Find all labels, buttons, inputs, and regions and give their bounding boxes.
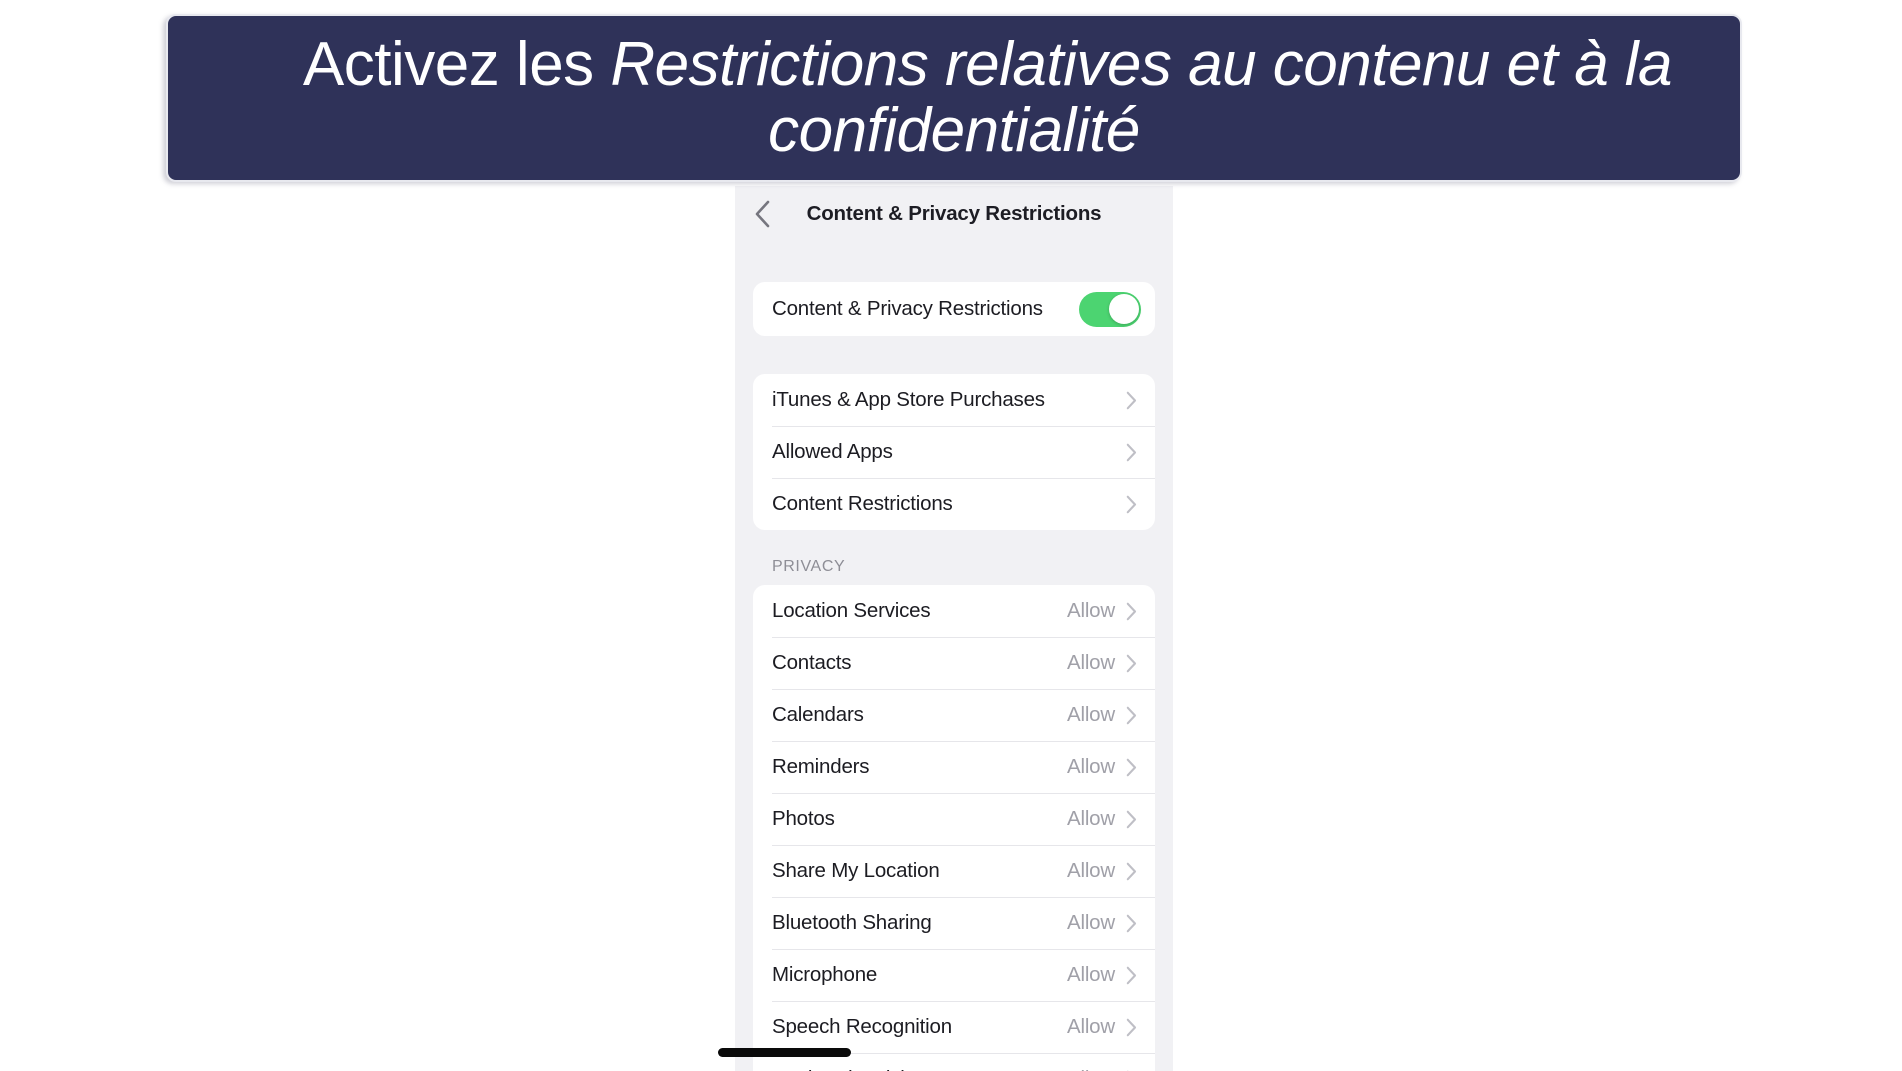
list-item-photos[interactable]: Photos Allow xyxy=(753,793,1155,845)
list-item-label: Bluetooth Sharing xyxy=(772,911,932,934)
list-item-bluetooth-sharing[interactable]: Bluetooth Sharing Allow xyxy=(753,897,1155,949)
list-item-value: Allow xyxy=(1067,911,1115,934)
restrictions-links-card: iTunes & App Store Purchases Allowed App… xyxy=(753,374,1155,530)
chevron-right-icon xyxy=(1126,602,1137,621)
list-item-label: Share My Location xyxy=(772,859,940,882)
chevron-right-icon xyxy=(1126,758,1137,777)
list-item-microphone[interactable]: Microphone Allow xyxy=(753,949,1155,1001)
chevron-right-icon xyxy=(1126,862,1137,881)
list-item-label: iTunes & App Store Purchases xyxy=(772,388,1045,411)
chevron-right-icon xyxy=(1126,966,1137,985)
home-indicator xyxy=(718,1048,851,1057)
switch-knob xyxy=(1108,294,1139,324)
list-item-itunes-app-store-purchases[interactable]: iTunes & App Store Purchases xyxy=(753,374,1155,426)
instruction-emphasis-text: Restrictions relatives au contenu et à l… xyxy=(610,29,1689,165)
instruction-banner-text: Activez les Restrictions relatives au co… xyxy=(194,0,1714,231)
list-item-value: Allow xyxy=(1067,807,1115,830)
list-item-reminders[interactable]: Reminders Allow xyxy=(753,741,1155,793)
list-item-allowed-apps[interactable]: Allowed Apps xyxy=(753,426,1155,478)
chevron-right-icon xyxy=(1126,495,1137,514)
list-item-calendars[interactable]: Calendars Allow xyxy=(753,689,1155,741)
list-item-label: Microphone xyxy=(772,963,878,986)
chevron-right-icon xyxy=(1126,1018,1137,1037)
ios-settings-panel: Content & Privacy Restrictions Content &… xyxy=(735,186,1173,1071)
list-item-share-my-location[interactable]: Share My Location Allow xyxy=(753,845,1155,897)
instruction-lead-text: Activez les xyxy=(302,29,611,99)
list-item-value: Allow xyxy=(1067,651,1115,674)
list-item-value: Allow xyxy=(1067,1067,1115,1071)
chevron-right-icon xyxy=(1126,706,1137,725)
master-toggle-label: Content & Privacy Restrictions xyxy=(772,297,1043,320)
master-toggle-card: Content & Privacy Restrictions xyxy=(753,282,1155,336)
list-item-label: Apple Advertising xyxy=(772,1067,1067,1071)
list-item-label: Content Restrictions xyxy=(772,492,953,515)
list-item-label: Calendars xyxy=(772,703,864,726)
list-item-label: Location Services xyxy=(772,599,931,622)
instruction-banner: Activez les Restrictions relatives au co… xyxy=(166,14,1742,182)
list-item-value: Allow xyxy=(1067,1015,1115,1038)
list-item-value: Allow xyxy=(1067,703,1115,726)
content-privacy-restrictions-switch[interactable] xyxy=(1079,291,1141,327)
list-item-value: Allow xyxy=(1067,755,1115,778)
list-item-label: Reminders xyxy=(772,755,870,778)
list-item-value: Allow xyxy=(1067,963,1115,986)
list-item-location-services[interactable]: Location Services Allow xyxy=(753,585,1155,637)
list-item-contacts[interactable]: Contacts Allow xyxy=(753,637,1155,689)
content-privacy-restrictions-toggle-row[interactable]: Content & Privacy Restrictions xyxy=(753,282,1155,336)
chevron-right-icon xyxy=(1126,443,1137,462)
chevron-right-icon xyxy=(1126,654,1137,673)
list-item-value: Allow xyxy=(1067,859,1115,882)
chevron-right-icon xyxy=(1126,810,1137,829)
list-item-content-restrictions[interactable]: Content Restrictions xyxy=(753,478,1155,530)
chevron-right-icon xyxy=(1126,914,1137,933)
chevron-right-icon xyxy=(1126,391,1137,410)
list-item-value: Allow xyxy=(1067,599,1115,622)
list-item-label: Speech Recognition xyxy=(772,1015,952,1038)
list-item-label: Contacts xyxy=(772,651,852,674)
list-item-label: Allowed Apps xyxy=(772,440,893,463)
privacy-card: Location Services Allow Contacts Allow C… xyxy=(753,585,1155,1071)
list-item-speech-recognition[interactable]: Speech Recognition Allow xyxy=(753,1001,1155,1053)
privacy-section-header: PRIVACY xyxy=(772,558,846,575)
list-item-label: Photos xyxy=(772,807,835,830)
